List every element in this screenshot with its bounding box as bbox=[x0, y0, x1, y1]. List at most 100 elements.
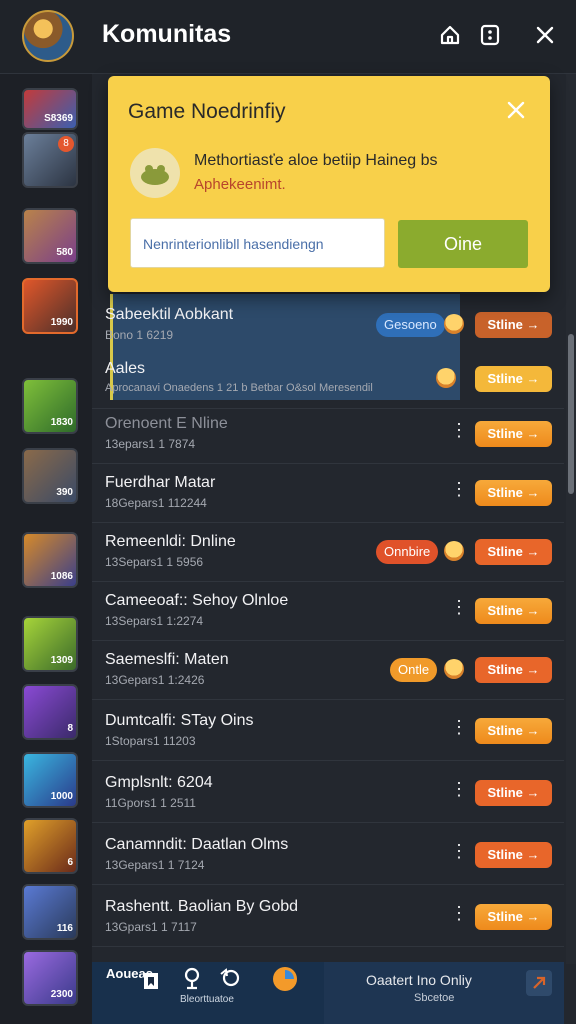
row-title: Remeenldi: Dnline bbox=[105, 533, 236, 550]
rail-avatar[interactable]: 580 bbox=[22, 208, 78, 264]
frog-icon bbox=[130, 148, 180, 198]
emoji-icon bbox=[444, 314, 464, 334]
rail-avatar[interactable]: 1309 bbox=[22, 616, 78, 672]
list-item[interactable]: Gmplsnlt: 6204 11Gpors1 1 2511 ⋮ Stline … bbox=[92, 764, 564, 823]
online-button[interactable]: Stline → bbox=[475, 312, 552, 338]
online-button[interactable]: Stline → bbox=[475, 718, 552, 744]
avatar-badge: 116 bbox=[56, 923, 73, 934]
rail-avatar[interactable]: 8 bbox=[22, 132, 78, 188]
avatar-badge: 2300 bbox=[50, 989, 73, 1000]
row-subtitle: 13Gepars1 1 7124 bbox=[105, 858, 205, 872]
avatar-badge: 1086 bbox=[50, 571, 73, 582]
row-title: Rashentt. Baolian By Gobd bbox=[105, 898, 299, 915]
online-button[interactable]: Stline → bbox=[475, 657, 552, 683]
row-title: Fuerdhar Matar bbox=[105, 474, 216, 491]
more-options-icon[interactable]: ⋮ bbox=[450, 904, 468, 922]
online-button[interactable]: Stline → bbox=[475, 842, 552, 868]
online-button[interactable]: Stline → bbox=[475, 904, 552, 930]
avatar-badge: 1990 bbox=[50, 317, 73, 328]
more-options-icon[interactable]: ⋮ bbox=[450, 718, 468, 736]
pin-icon[interactable] bbox=[180, 966, 206, 992]
row-subtitle: Bono 1 6219 bbox=[105, 328, 174, 342]
rail-avatar[interactable]: S8369 bbox=[22, 88, 78, 130]
popup-input[interactable]: Nenrinterionlibll hasendiengn bbox=[130, 218, 385, 268]
notification-popup: Game Noedrinfiy Methortiasťe aloe betiip… bbox=[108, 76, 550, 292]
online-button[interactable]: Stline → bbox=[475, 421, 552, 447]
row-title: Aales bbox=[105, 360, 146, 377]
rail-avatar[interactable]: 1000 bbox=[22, 752, 78, 808]
scrollbar[interactable] bbox=[566, 74, 576, 964]
row-subtitle: 13epars1 1 7874 bbox=[105, 437, 196, 451]
bottom-bar: Aoueas Bleorttuatoe Oaatert Ino Onliy Sb… bbox=[92, 962, 564, 1024]
close-icon[interactable] bbox=[532, 22, 558, 48]
row-subtitle: 13Gpars1 1 7117 bbox=[105, 920, 197, 934]
row-subtitle: 18Gepars1 112244 bbox=[105, 496, 207, 510]
row-subtitle: Aprocanavi Onaedens 1 21 b Betbar O&sol … bbox=[105, 382, 373, 394]
community-avatar[interactable] bbox=[22, 10, 74, 62]
emoji-icon bbox=[444, 659, 464, 679]
more-options-icon[interactable]: ⋮ bbox=[450, 598, 468, 616]
list-item[interactable]: Dumtcalfi: STay Oins 1Stopars1 11203 ⋮ S… bbox=[92, 702, 564, 761]
row-title: Dumtcalfi: STay Oins bbox=[105, 712, 254, 729]
list-item[interactable]: Remeenldi: Dnline 13Separs1 1 5956 Onnbi… bbox=[92, 523, 564, 582]
row-subtitle: 13Separs1 1 5956 bbox=[105, 555, 204, 569]
game-icon[interactable] bbox=[272, 966, 298, 992]
avatar-badge: 1000 bbox=[50, 791, 73, 802]
avatar-badge: 1830 bbox=[50, 417, 73, 428]
list-item[interactable]: Saemeslfi: Maten 13Gepars1 1:2426 Ontle … bbox=[92, 641, 564, 700]
scrollbar-thumb[interactable] bbox=[568, 334, 574, 494]
popup-online-button[interactable]: Oine bbox=[398, 220, 528, 268]
more-options-icon[interactable]: ⋮ bbox=[450, 842, 468, 860]
dice-icon[interactable] bbox=[477, 22, 503, 48]
row-subtitle: 13Gepars1 1:2426 bbox=[105, 673, 205, 687]
list-item[interactable]: Canamndit: Daatlan Olms 13Gepars1 1 7124… bbox=[92, 826, 564, 885]
bottom-right-title: Oaatert Ino Onliy bbox=[366, 972, 472, 988]
rail-avatar[interactable]: 6 bbox=[22, 818, 78, 874]
more-options-icon[interactable]: ⋮ bbox=[450, 421, 468, 439]
more-options-icon[interactable]: ⋮ bbox=[450, 480, 468, 498]
rail-avatar[interactable]: 1086 bbox=[22, 532, 78, 588]
rail-avatar[interactable]: 1830 bbox=[22, 378, 78, 434]
unread-count: 8 bbox=[58, 136, 74, 152]
row-title: Orenoent E Nline bbox=[105, 415, 228, 432]
arrow-icon[interactable] bbox=[526, 970, 552, 996]
home-icon[interactable] bbox=[437, 22, 463, 48]
row-title: Gmplsnlt: 6204 bbox=[105, 774, 213, 791]
popup-title: Game Noedrinfiy bbox=[128, 100, 286, 123]
rail-avatar[interactable]: 390 bbox=[22, 448, 78, 504]
row-title: Sabeektil Aobkant bbox=[105, 306, 234, 323]
app-header: Komunitas bbox=[0, 0, 576, 74]
rail-avatar[interactable]: 116 bbox=[22, 884, 78, 940]
page-title: Komunitas bbox=[102, 20, 232, 48]
row-subtitle: 1Stopars1 11203 bbox=[105, 734, 196, 748]
list-item[interactable]: Fuerdhar Matar 18Gepars1 112244 ⋮ Stline… bbox=[92, 464, 564, 523]
online-button[interactable]: Stline → bbox=[475, 366, 552, 392]
list-item[interactable]: Sabeektil Aobkant Bono 1 6219 Gesoeno St… bbox=[92, 296, 564, 355]
emoji-icon bbox=[444, 541, 464, 561]
list-item[interactable]: Cameeoaf:: Sehoy Olnloe 13Separs1 1:2274… bbox=[92, 582, 564, 641]
bottom-right-subtitle: Sbcetoe bbox=[414, 992, 455, 1004]
avatar-badge: 390 bbox=[56, 487, 73, 498]
online-button[interactable]: Stline → bbox=[475, 480, 552, 506]
avatar-badge: S8369 bbox=[44, 113, 73, 124]
rail-avatar[interactable]: 8 bbox=[22, 684, 78, 740]
bookmark-icon[interactable] bbox=[140, 970, 166, 996]
status-tag: Ontle bbox=[390, 658, 438, 682]
online-button[interactable]: Stline → bbox=[475, 780, 552, 806]
bottom-nav: Aoueas Bleorttuatoe bbox=[92, 962, 324, 1024]
avatar-badge: 6 bbox=[67, 857, 73, 868]
rail-avatar[interactable]: 1990 bbox=[22, 278, 78, 334]
refresh-icon[interactable] bbox=[218, 966, 244, 992]
more-options-icon[interactable]: ⋮ bbox=[450, 780, 468, 798]
list-item[interactable]: Aales Aprocanavi Onaedens 1 21 b Betbar … bbox=[92, 350, 564, 409]
close-icon[interactable] bbox=[502, 96, 530, 124]
online-button[interactable]: Stline → bbox=[475, 539, 552, 565]
list-item[interactable]: Rashentt. Baolian By Gobd 13Gpars1 1 711… bbox=[92, 888, 564, 947]
status-tag: Gesoeno bbox=[376, 313, 445, 337]
bottom-label: Bleorttuatoe bbox=[180, 994, 234, 1005]
rail-avatar[interactable]: 2300 bbox=[22, 950, 78, 1006]
avatar-badge: 580 bbox=[56, 247, 73, 258]
list-item[interactable]: Orenoent E Nline 13epars1 1 7874 ⋮ Stlin… bbox=[92, 405, 564, 464]
row-title: Cameeoaf:: Sehoy Olnloe bbox=[105, 592, 289, 609]
online-button[interactable]: Stline → bbox=[475, 598, 552, 624]
